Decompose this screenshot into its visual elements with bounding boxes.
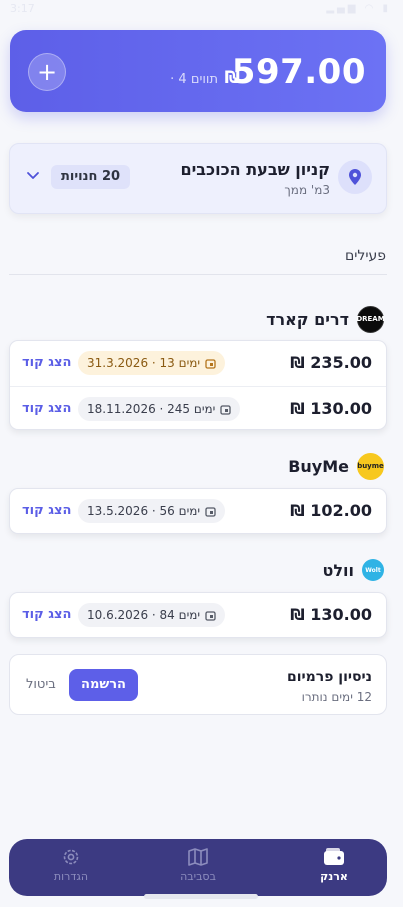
status-time: 3:17 [10,2,35,15]
nav-wallet-label: ארנק [320,870,348,883]
status-icons: ▂▄▆ ◠ ▮ [326,3,391,14]
expiry-text: 10.6.2026 · 84 ימים [87,608,201,622]
mall-selector[interactable]: קניון שבעת הכוכבים 3מ' ממך 20 חנויות [9,143,387,214]
expiry-badge: 10.6.2026 · 84 ימים [78,603,226,627]
vendor-name: דרים קארד [266,309,349,329]
vendor-header: DREAM דרים קארד [266,305,385,333]
gift-card-row[interactable]: 235.00 ₪ 31.3.2026 · 13 ימים הצג קוד [10,341,386,385]
gift-card-row[interactable]: 130.00 ₪ 18.11.2026 · 245 ימים הצג קוד [10,386,386,430]
card-amount: 130.00 ₪ [290,399,372,418]
buyme-logo: buyme [357,452,384,480]
nav-wallet[interactable]: ארנק [294,847,374,883]
expiry-badge: 31.3.2026 · 13 ימים [78,351,226,375]
map-icon [188,848,208,866]
vendor-header: buyme BuyMe [288,452,384,480]
wolt-logo: Wolt [362,559,384,581]
home-indicator [144,894,258,899]
balance-amount: 597.00 [231,52,366,92]
card-count: · 4 תווים [170,72,218,87]
vendor-header: Wolt וולט [322,556,384,584]
gear-icon [63,849,79,865]
nav-nearby[interactable]: בסביבה [158,847,238,883]
card-amount: 102.00 ₪ [290,501,372,520]
vendor-name: וולט [322,560,354,580]
nav-settings-label: הגדרות [53,870,89,883]
card-group: 130.00 ₪ 10.6.2026 · 84 ימים הצג קוד [9,592,387,638]
show-code-button[interactable]: הצג קוד [22,607,71,622]
show-code-button[interactable]: הצג קוד [22,401,71,416]
calendar-icon [205,358,216,369]
expiry-text: 13.5.2026 · 56 ימים [87,504,201,518]
gift-card-row[interactable]: 102.00 ₪ 13.5.2026 · 56 ימים הצג קוד [10,489,386,533]
mall-distance: 3מ' ממך [284,183,330,197]
card-group: 102.00 ₪ 13.5.2026 · 56 ימים הצג קוד [9,488,387,534]
calendar-icon [205,610,216,621]
bottom-nav: ארנק בסביבה הגדרות [9,839,387,896]
plus-icon: + [36,58,58,86]
status-bar: 3:17 ▂▄▆ ◠ ▮ [0,0,403,22]
stores-count-badge: 20 חנויות [51,165,131,189]
balance-card: + · 4 תווים ₪ 597.00 [10,30,386,112]
chevron-down-icon[interactable] [26,168,40,182]
dream-card-logo: DREAM [356,305,385,333]
expiry-badge: 18.11.2026 · 245 ימים [78,397,241,421]
show-code-button[interactable]: הצג קוד [22,503,71,518]
wallet-icon [324,848,344,865]
card-amount: 130.00 ₪ [290,605,372,624]
mall-name: קניון שבעת הכוכבים [180,160,330,179]
cancel-button[interactable]: ביטול [26,677,56,692]
gift-card-row[interactable]: 130.00 ₪ 10.6.2026 · 84 ימים הצג קוד [10,593,386,637]
location-pin-icon [338,160,372,194]
premium-trial-card: ניסיון פרמיום 12 ימים נותרו הרשמה ביטול [9,654,387,715]
vendor-name: BuyMe [288,456,349,476]
add-card-button[interactable]: + [28,53,66,91]
section-active-title: פעילים [344,248,386,264]
section-divider [9,274,387,275]
calendar-icon [205,506,216,517]
trial-remaining: 12 ימים נותרו [301,690,372,704]
calendar-icon [220,404,232,415]
expiry-badge: 13.5.2026 · 56 ימים [78,499,226,523]
card-amount: 235.00 ₪ [290,353,372,372]
nav-settings[interactable]: הגדרות [31,847,111,883]
card-group: 235.00 ₪ 31.3.2026 · 13 ימים הצג קוד 130… [9,340,387,430]
signup-button[interactable]: הרשמה [69,669,138,701]
trial-title: ניסיון פרמיום [286,669,372,685]
show-code-button[interactable]: הצג קוד [22,355,71,370]
expiry-text: 18.11.2026 · 245 ימים [87,402,216,416]
expiry-text: 31.3.2026 · 13 ימים [87,356,201,370]
nav-nearby-label: בסביבה [180,870,216,883]
